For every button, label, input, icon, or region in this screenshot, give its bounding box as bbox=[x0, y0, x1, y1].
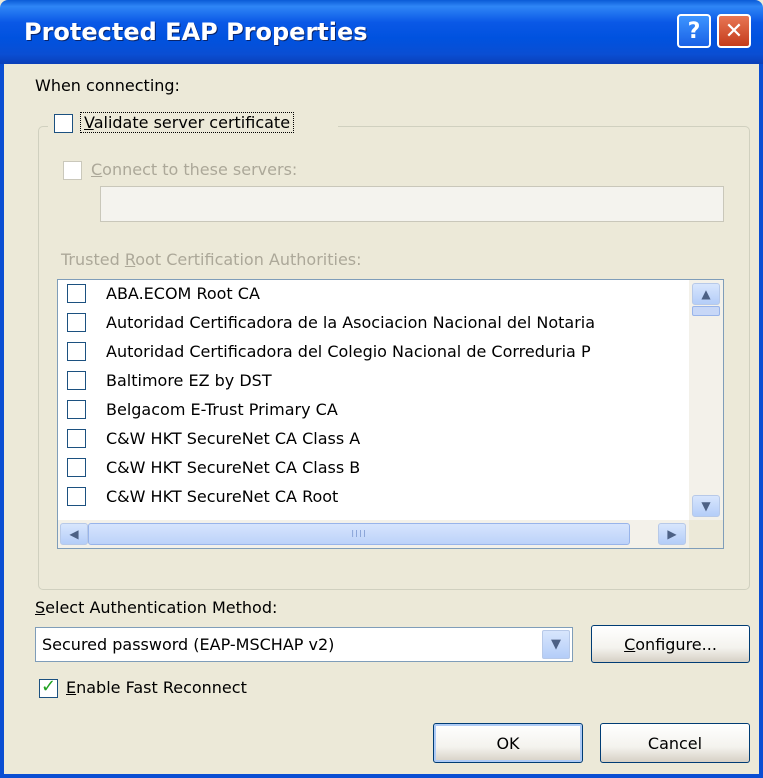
list-item-label: Autoridad Certificadora de la Asociacion… bbox=[106, 313, 596, 332]
list-item[interactable]: C&W HKT SecureNet CA Class B bbox=[58, 454, 688, 483]
chevron-right-icon: ▶ bbox=[667, 527, 677, 541]
chevron-down-icon: ▼ bbox=[551, 637, 561, 652]
list-item-checkbox[interactable] bbox=[67, 458, 86, 477]
list-item[interactable]: Autoridad Certificadora del Colegio Naci… bbox=[58, 338, 688, 367]
chevron-up-icon: ▲ bbox=[701, 287, 711, 301]
list-item[interactable]: Belgacom E-Trust Primary CA bbox=[58, 396, 688, 425]
list-item-checkbox[interactable] bbox=[67, 400, 86, 419]
list-item-label: Belgacom E-Trust Primary CA bbox=[106, 400, 338, 419]
help-icon: ? bbox=[687, 18, 701, 44]
list-item[interactable]: Baltimore EZ by DST bbox=[58, 367, 688, 396]
fast-reconnect-access-key: E bbox=[66, 678, 77, 697]
scroll-up-button[interactable]: ▲ bbox=[692, 283, 720, 305]
fast-reconnect-checkbox[interactable] bbox=[39, 676, 58, 698]
trusted-rest: oot Certification Authorities: bbox=[135, 250, 362, 269]
cancel-button[interactable]: Cancel bbox=[600, 723, 750, 763]
when-connecting-label: When connecting: bbox=[35, 76, 180, 95]
list-item[interactable]: C&W HKT SecureNet CA Root bbox=[58, 483, 688, 512]
trusted-root-label: Trusted Root Certification Authorities: bbox=[61, 250, 362, 269]
chevron-left-icon: ◀ bbox=[69, 527, 79, 541]
horizontal-scroll-thumb[interactable]: IIII bbox=[88, 523, 630, 545]
list-item-label: Baltimore EZ by DST bbox=[106, 371, 272, 390]
connect-to-servers-label: Connect to these servers: bbox=[91, 160, 297, 179]
auth-method-label: Select Authentication Method: bbox=[35, 598, 277, 617]
list-item-checkbox[interactable] bbox=[67, 371, 86, 390]
close-button[interactable]: ✕ bbox=[717, 14, 751, 48]
list-item[interactable]: ABA.ECOM Root CA bbox=[58, 280, 688, 309]
list-item-label: Autoridad Certificadora del Colegio Naci… bbox=[106, 342, 591, 361]
vertical-scroll-thumb[interactable] bbox=[692, 306, 720, 316]
list-item-label: C&W HKT SecureNet CA Class B bbox=[106, 458, 361, 477]
scroll-down-button[interactable]: ▼ bbox=[692, 495, 720, 517]
list-item-label: ABA.ECOM Root CA bbox=[106, 284, 260, 303]
configure-access-key: C bbox=[624, 634, 636, 654]
list-item-checkbox[interactable] bbox=[67, 429, 86, 448]
list-item-checkbox[interactable] bbox=[67, 313, 86, 332]
scroll-left-button[interactable]: ◀ bbox=[60, 523, 88, 545]
chevron-down-icon: ▼ bbox=[701, 499, 711, 513]
list-item-checkbox[interactable] bbox=[67, 342, 86, 361]
list-item-label: C&W HKT SecureNet CA Root bbox=[106, 487, 339, 506]
servers-input[interactable] bbox=[100, 186, 724, 222]
trusted-access-key: R bbox=[124, 250, 136, 269]
auth-access-key: S bbox=[35, 598, 46, 617]
help-button[interactable]: ? bbox=[677, 14, 711, 48]
trusted-prefix: Trusted bbox=[61, 250, 125, 269]
validate-label-text: alidate server certificate bbox=[93, 113, 291, 132]
list-item-checkbox[interactable] bbox=[67, 284, 86, 303]
auth-method-value: Secured password (EAP-MSCHAP v2) bbox=[42, 635, 335, 654]
validate-server-certificate-checkbox[interactable] bbox=[54, 114, 73, 133]
connect-to-servers-checkbox[interactable] bbox=[63, 161, 82, 180]
auth-method-select[interactable]: Secured password (EAP-MSCHAP v2) ▼ bbox=[35, 627, 573, 662]
close-icon: ✕ bbox=[724, 18, 744, 44]
connect-access-key: C bbox=[91, 160, 103, 179]
configure-button[interactable]: Configure... bbox=[591, 625, 750, 663]
list-item[interactable]: C&W HKT SecureNet CA Class A bbox=[58, 425, 688, 454]
scroll-right-button[interactable]: ▶ bbox=[658, 523, 686, 545]
auth-label-text: elect Authentication Method: bbox=[45, 598, 278, 617]
trusted-root-list[interactable]: ABA.ECOM Root CA Autoridad Certificadora… bbox=[57, 279, 724, 549]
list-item[interactable]: Autoridad Certificadora de la Asociacion… bbox=[58, 309, 688, 338]
vertical-scrollbar[interactable]: ▲ ▼ bbox=[689, 280, 723, 520]
dropdown-button[interactable]: ▼ bbox=[542, 630, 570, 659]
connect-label-text: onnect to these servers: bbox=[102, 160, 298, 179]
list-item-checkbox[interactable] bbox=[67, 487, 86, 506]
grip-icon: IIII bbox=[351, 528, 367, 540]
ok-button[interactable]: OK bbox=[433, 723, 583, 763]
fast-reconnect-label[interactable]: Enable Fast Reconnect bbox=[66, 678, 247, 697]
scrollbar-corner bbox=[689, 520, 723, 548]
title-bar[interactable]: Protected EAP Properties ? ✕ bbox=[0, 0, 763, 64]
fast-reconnect-label-text: nable Fast Reconnect bbox=[76, 678, 247, 697]
validate-access-key: V bbox=[84, 113, 94, 132]
horizontal-scrollbar[interactable]: ◀ IIII ▶ bbox=[58, 520, 691, 548]
validate-server-certificate-label[interactable]: Validate server certificate bbox=[80, 112, 295, 133]
window-title: Protected EAP Properties bbox=[24, 18, 368, 46]
configure-label-text: onfigure... bbox=[635, 634, 717, 654]
list-item-label: C&W HKT SecureNet CA Class A bbox=[106, 429, 361, 448]
